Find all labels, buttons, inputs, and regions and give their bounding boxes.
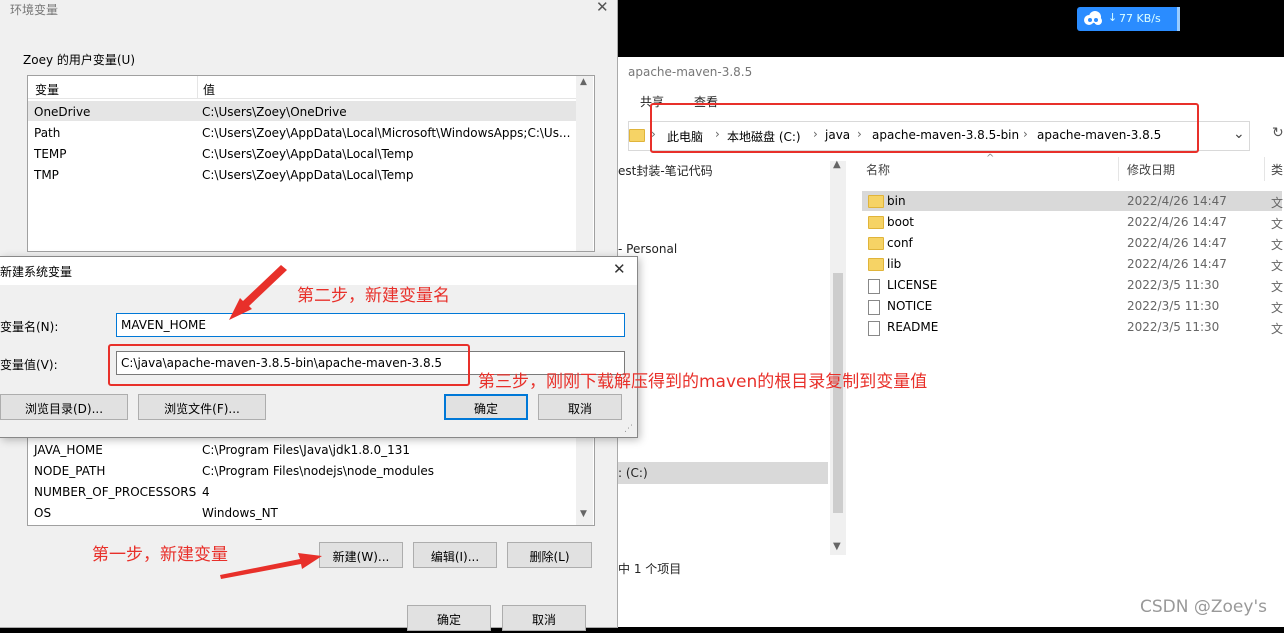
- browse-file-button[interactable]: 浏览文件(F)...: [138, 394, 266, 420]
- folder-icon: [868, 237, 884, 253]
- close-icon[interactable]: ✕: [613, 260, 626, 278]
- edit-variable-button[interactable]: 编辑(I)...: [413, 542, 497, 568]
- scrollbar[interactable]: ▲: [576, 76, 593, 251]
- var-name-input[interactable]: MAVEN_HOME: [116, 313, 625, 337]
- file-icon: [868, 279, 880, 297]
- nav-item-notes[interactable]: est封装-笔记代码: [618, 162, 713, 179]
- annotation-step3: 第三步，刚刚下载解压得到的maven的根目录复制到变量值: [478, 372, 928, 392]
- file-row[interactable]: conf 2022/4/26 14:47 文: [862, 233, 1283, 253]
- file-icon: [868, 300, 880, 318]
- column-date[interactable]: 修改日期: [1127, 161, 1175, 178]
- nav-scrollbar[interactable]: ▲ ▼: [830, 159, 846, 555]
- user-vars-list[interactable]: 变量 值 OneDrive C:\Users\Zoey\OneDrive Path…: [27, 75, 595, 252]
- cancel-button[interactable]: 取消: [538, 394, 622, 420]
- ok-button[interactable]: 确定: [444, 394, 528, 420]
- var-value-label: 变量值(V):: [0, 358, 58, 372]
- net-speed-badge: ↓ 77 KB/s: [1077, 7, 1180, 31]
- download-arrow-icon: ↓: [1108, 11, 1118, 24]
- file-row[interactable]: LICENSE 2022/3/5 11:30 文: [862, 275, 1283, 297]
- folder-icon: [868, 195, 884, 211]
- net-speed-text: 77 KB/s: [1119, 12, 1161, 25]
- close-icon[interactable]: ✕: [596, 0, 609, 16]
- new-variable-button[interactable]: 新建(W)...: [319, 542, 403, 568]
- nav-item-c-drive[interactable]: : (C:): [618, 466, 648, 480]
- status-text: 中 1 个项目: [618, 562, 682, 576]
- browse-directory-button[interactable]: 浏览目录(D)...: [0, 394, 128, 420]
- file-row[interactable]: README 2022/3/5 11:30 文: [862, 317, 1283, 339]
- var-name-label: 变量名(N):: [0, 320, 59, 334]
- header-value[interactable]: 值: [203, 81, 215, 98]
- refresh-icon[interactable]: ↻: [1272, 125, 1284, 141]
- dialog-title: 新建系统变量: [0, 265, 73, 279]
- nav-item-personal[interactable]: - Personal: [618, 242, 677, 256]
- explorer-title: apache-maven-3.8.5: [628, 65, 753, 79]
- resize-grip-icon[interactable]: ⋰: [624, 424, 633, 434]
- header-var[interactable]: 变量: [35, 81, 59, 98]
- cancel-button[interactable]: 取消: [502, 605, 586, 631]
- file-row[interactable]: bin 2022/4/26 14:47 文: [862, 191, 1283, 211]
- chevron-down-icon[interactable]: ⌄: [1233, 126, 1245, 142]
- file-icon: [868, 321, 880, 339]
- delete-variable-button[interactable]: 删除(L): [507, 542, 592, 568]
- file-row[interactable]: lib 2022/4/26 14:47 文: [862, 254, 1283, 274]
- dialog-title: 环境变量: [10, 3, 59, 17]
- user-vars-label: Zoey 的用户变量(U): [23, 53, 136, 67]
- file-row[interactable]: NOTICE 2022/3/5 11:30 文: [862, 296, 1283, 318]
- annotation-step2: 第二步，新建变量名: [297, 286, 450, 306]
- file-row[interactable]: boot 2022/4/26 14:47 文: [862, 212, 1283, 232]
- system-vars-list[interactable]: JAVA_HOME C:\Program Files\Java\jdk1.8.0_…: [27, 432, 595, 526]
- column-name[interactable]: 名称: [866, 161, 890, 178]
- annotation-step1: 第一步，新建变量: [92, 545, 228, 565]
- watermark: CSDN @Zoey's: [1140, 597, 1267, 617]
- nav-item-selected[interactable]: [618, 462, 828, 484]
- folder-icon: [629, 129, 645, 145]
- column-type[interactable]: 类: [1271, 161, 1283, 178]
- value-highlight: [108, 344, 470, 386]
- sort-up-icon: ^: [986, 153, 995, 164]
- cloud-icon: [1082, 10, 1104, 31]
- scrollbar[interactable]: ▼: [576, 433, 593, 525]
- ok-button[interactable]: 确定: [407, 605, 491, 631]
- address-highlight: [650, 103, 1199, 153]
- folder-icon: [868, 216, 884, 232]
- folder-icon: [868, 258, 884, 274]
